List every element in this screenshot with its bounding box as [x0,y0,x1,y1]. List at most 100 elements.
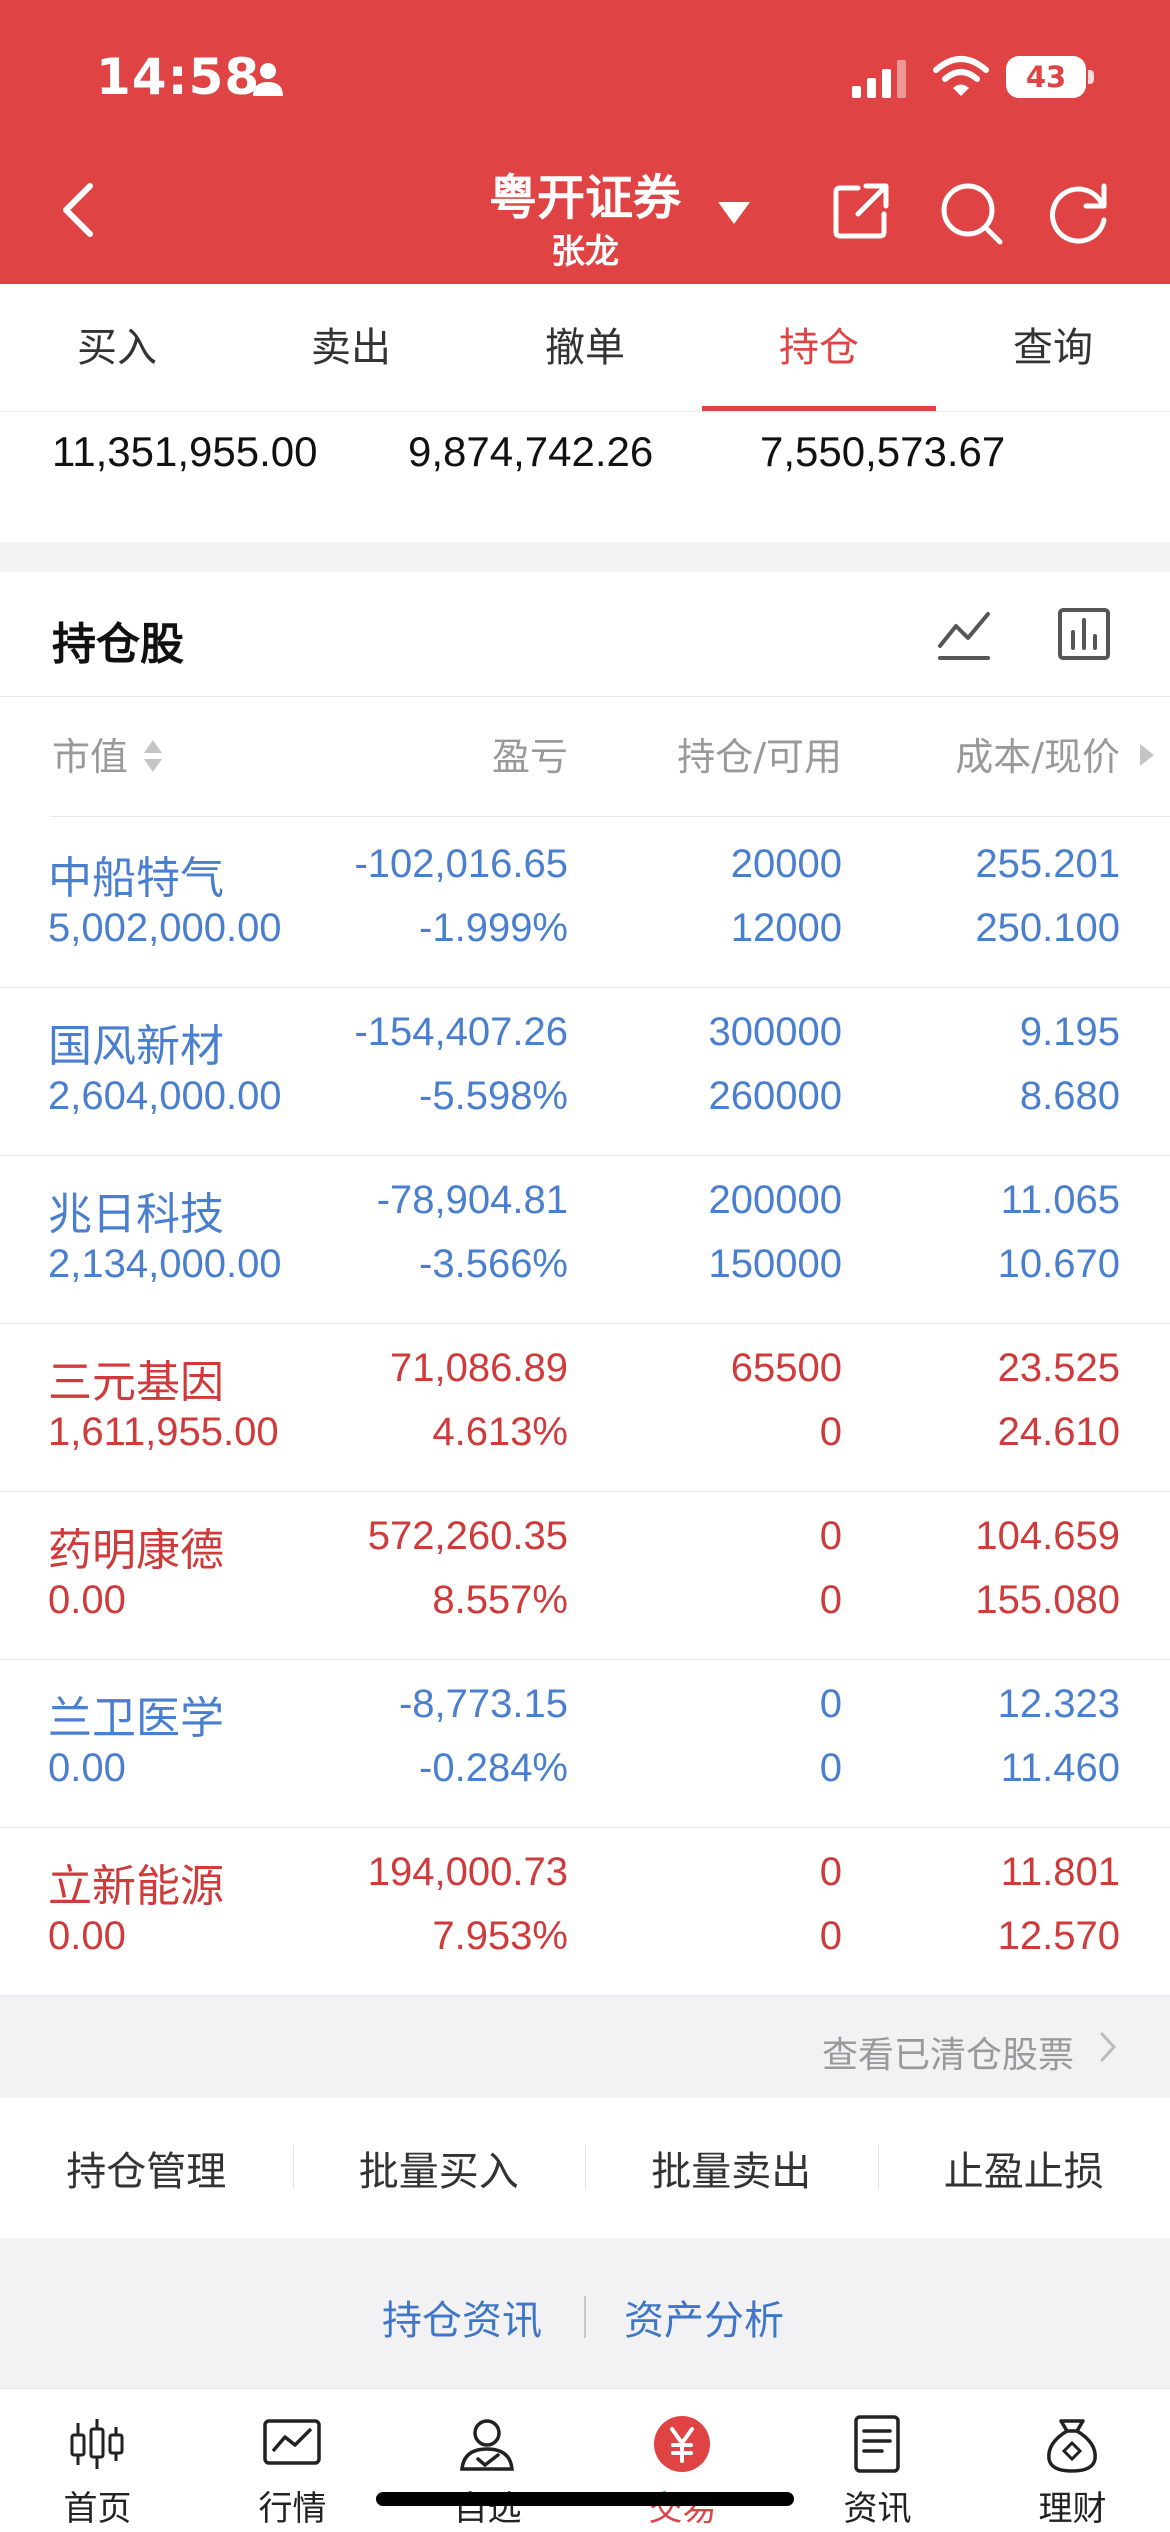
column-profit-loss: 盈亏 [491,735,568,779]
current-price: 12.570 [997,1914,1120,1958]
holding-row[interactable]: 立新能源 0.00 194,000.73 7.953% 0 0 11.801 12.570 [0,1828,1170,1996]
cleared-stocks-bar[interactable]: 查看已清仓股票 [0,1996,1170,2098]
nav-wealth[interactable]: 理财 [975,2389,1170,2532]
available-qty: 0 [819,1578,842,1622]
yen-icon [654,2416,710,2472]
profit-loss: -102,016.65 [354,842,568,886]
sort-icon[interactable] [142,736,164,776]
position-news-link[interactable]: 持仓资讯 [382,2288,542,2346]
position-qty: 0 [819,1514,842,1558]
current-price: 11.460 [1000,1746,1120,1790]
tab-query[interactable]: 查询 [936,284,1170,411]
profit-loss: -8,773.15 [398,1682,568,1726]
holdings-title: 持仓股 [52,619,184,670]
app-header: 14:58 43 粤开证券 张龙 [0,0,1170,284]
screen: 14:58 43 粤开证券 张龙 买入 卖出 撤单 持仓 查询 11,351,9… [0,0,1170,2532]
stock-name: 药明康德 [48,1525,224,1576]
profit-loss: 194,000.73 [367,1850,568,1894]
profit-loss-ratio: -1.999% [419,906,568,950]
position-management-button[interactable]: 持仓管理 [0,2139,293,2197]
profit-loss: -78,904.81 [376,1178,568,1222]
person-check-icon [460,2419,514,2471]
holding-row[interactable]: 兆日科技 2,134,000.00 -78,904.81 -3.566% 200000 1… [0,1156,1170,1324]
available-qty: 260000 [708,1074,842,1118]
stop-profit-loss-button[interactable]: 止盈止损 [877,2139,1170,2197]
broker-title[interactable]: 粤开证券 [470,158,700,228]
tab-cancel-order[interactable]: 撤单 [468,284,702,411]
holdings-card: 持仓股 市值 盈亏 持仓/可用 成本/现价 中船特气 5,002,000.00 -1… [0,572,1170,1996]
tab-buy[interactable]: 买入 [0,284,234,411]
holding-row[interactable]: 国风新材 2,604,000.00 -154,407.26 -5.598% 300000… [0,988,1170,1156]
market-value: 0.00 [48,1914,126,1958]
divider [584,2296,586,2338]
home-indicator [376,2492,794,2506]
holding-row[interactable]: 中船特气 5,002,000.00 -102,016.65 -1.999% 20000 1… [0,820,1170,988]
tab-positions[interactable]: 持仓 [702,284,936,411]
market-value: 2,604,000.00 [48,1074,282,1118]
current-price: 155.080 [975,1578,1120,1622]
divider [0,696,1170,697]
nav-label: 理财 [1038,2489,1107,2529]
chevron-down-icon[interactable] [716,198,752,226]
candlestick-icon [70,2419,124,2469]
position-qty: 20000 [730,842,842,886]
cost-price: 9.195 [1019,1010,1120,1054]
holding-row[interactable]: 三元基因 1,611,955.00 71,086.89 4.613% 65500 0 23.… [0,1324,1170,1492]
stock-name: 国风新材 [48,1021,224,1072]
chevron-right-icon[interactable] [1138,742,1156,768]
nav-trade[interactable]: 交易 [585,2389,780,2532]
available-qty: 150000 [708,1242,842,1286]
bottom-nav: 首页 行情 自选 交易 资讯 理财 [0,2388,1170,2532]
batch-sell-button[interactable]: 批量卖出 [585,2139,878,2197]
available-qty: 0 [819,1410,842,1454]
market-value: 1,611,955.00 [48,1410,279,1454]
bar-chart-icon[interactable] [1056,606,1112,662]
available-funds-value: 7,550,573.67 [760,428,1006,475]
profit-loss-ratio: -3.566% [419,1242,568,1286]
batch-buy-button[interactable]: 批量买入 [292,2139,586,2197]
trend-line-icon[interactable] [936,606,992,662]
current-price: 250.100 [975,906,1120,950]
account-name[interactable]: 张龙 [470,224,700,273]
cost-price: 255.201 [975,842,1120,886]
nav-watchlist[interactable]: 自选 [390,2389,585,2532]
cleared-stocks-link[interactable]: 查看已清仓股票 [822,2026,1074,2078]
available-qty: 0 [819,1746,842,1790]
wifi-icon [933,56,989,96]
stock-name: 立新能源 [48,1861,224,1912]
back-icon[interactable] [56,180,100,240]
profit-loss-ratio: 8.557% [432,1578,568,1622]
share-icon[interactable] [830,180,892,242]
info-links: 持仓资讯 资产分析 [0,2238,1170,2388]
nav-home[interactable]: 首页 [0,2389,195,2532]
current-price: 24.610 [997,1410,1120,1454]
search-icon[interactable] [938,180,1004,246]
column-market-value[interactable]: 市值 [52,726,128,781]
tab-sell[interactable]: 卖出 [234,284,468,411]
chevron-right-icon[interactable] [1098,2030,1118,2064]
holding-row[interactable]: 兰卫医学 0.00 -8,773.15 -0.284% 0 0 12.323 11.460 [0,1660,1170,1828]
position-qty: 300000 [708,1010,842,1054]
trade-tabs: 买入 卖出 撤单 持仓 查询 [0,284,1170,412]
available-qty: 12000 [730,906,842,950]
cost-price: 12.323 [997,1682,1120,1726]
market-value: 0.00 [48,1578,126,1622]
cost-price: 11.065 [1000,1178,1120,1222]
document-icon [854,2415,900,2473]
stock-name: 兰卫医学 [48,1693,224,1744]
profit-loss: 71,086.89 [390,1346,568,1390]
nav-market[interactable]: 行情 [195,2389,390,2532]
current-price: 10.670 [997,1242,1120,1286]
position-actions: 持仓管理 批量买入 批量卖出 止盈止损 [0,2098,1170,2238]
position-qty: 0 [819,1682,842,1726]
status-time: 14:58 [96,48,261,106]
holding-row[interactable]: 药明康德 0.00 572,260.35 8.557% 0 0 104.659 155.080 [0,1492,1170,1660]
asset-analysis-link[interactable]: 资产分析 [624,2288,784,2346]
refresh-icon[interactable] [1046,180,1112,246]
market-value: 5,002,000.00 [48,906,282,950]
asset-summary: 11,351,955.00 9,874,742.26 7,550,573.67 [0,412,1170,542]
nav-label: 行情 [258,2489,327,2529]
stock-name: 中船特气 [48,853,224,904]
position-qty: 0 [819,1850,842,1894]
nav-news[interactable]: 资讯 [780,2389,975,2532]
